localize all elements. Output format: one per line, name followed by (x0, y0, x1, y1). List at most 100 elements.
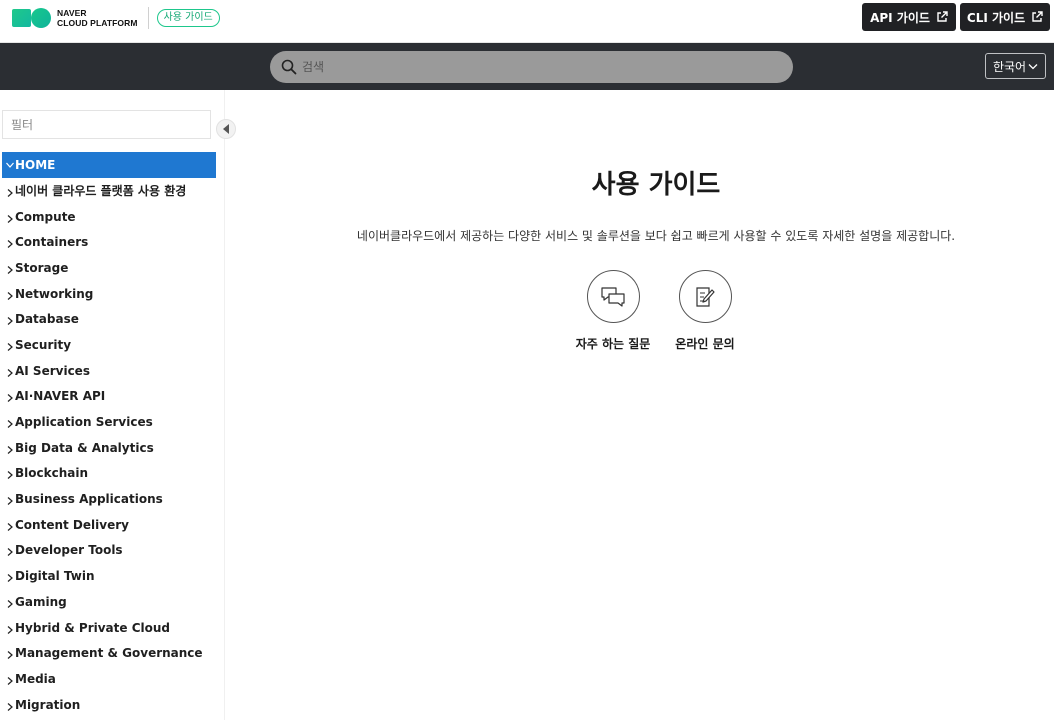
chat-bubbles-icon (601, 286, 625, 307)
sidebar-item-label: Developer Tools (15, 543, 123, 558)
sidebar-item-label: Storage (15, 260, 69, 275)
sidebar: HOME 네이버 클라우드 플랫폼 사용 환경 Compute Containers S… (0, 90, 236, 720)
sidebar-item-label: 네이버 클라우드 플랫폼 사용 환경 (15, 184, 187, 199)
chevron-right-icon (7, 343, 13, 351)
chevron-right-icon (7, 522, 13, 531)
chevron-right-icon (7, 599, 13, 608)
sidebar-item[interactable]: AI Services (2, 358, 216, 384)
chevron-right-icon (7, 702, 13, 711)
sidebar-item-label: Migration (15, 697, 81, 712)
sidebar-nav: HOME 네이버 클라우드 플랫폼 사용 환경 Compute Containers S… (2, 152, 216, 717)
chevron-right-icon (7, 265, 13, 274)
logo-line1: NAVER (57, 8, 87, 18)
sidebar-item-label: Compute (15, 209, 76, 224)
logo-text: NAVER CLOUD PLATFORM (57, 8, 138, 28)
sidebar-item-label: Big Data & Analytics (15, 440, 154, 455)
inquiry-label: 온라인 문의 (675, 337, 735, 351)
sidebar-item[interactable]: Migration (2, 692, 216, 718)
search-box[interactable] (270, 51, 793, 83)
sidebar-item[interactable]: Media (2, 666, 216, 692)
external-link-icon (937, 11, 948, 22)
chevron-right-icon (7, 471, 13, 480)
caret-left-icon (222, 124, 229, 134)
chevron-right-icon (7, 394, 13, 403)
online-inquiry-link[interactable]: 온라인 문의 (665, 270, 745, 352)
cli-guide-label: CLI 가이드 (966, 10, 1026, 25)
guide-badge[interactable]: 사용 가이드 (156, 9, 220, 27)
chevron-right-icon (7, 676, 13, 685)
logo-line2: CLOUD PLATFORM (57, 18, 138, 28)
logo-divider (147, 7, 149, 29)
faq-link[interactable]: 자주 하는 질문 (573, 270, 653, 352)
sidebar-item-label: Database (15, 312, 79, 327)
sidebar-item[interactable]: Containers (2, 229, 216, 255)
cli-guide-button[interactable]: CLI 가이드 (960, 3, 1050, 31)
search-bar-band: 한국어 (0, 43, 1054, 90)
chevron-right-icon (7, 420, 13, 428)
main-content: 사용 가이드 네이버클라우드에서 제공하는 다양한 서비스 및 솔루션을 보다 … (226, 90, 1054, 720)
chevron-right-icon (7, 317, 13, 326)
sidebar-item-label: AI·NAVER API (15, 389, 106, 404)
sidebar-item[interactable]: HOME (2, 152, 216, 178)
sidebar-item-label: Blockchain (15, 466, 89, 481)
chevron-right-icon (7, 574, 13, 583)
sidebar-item[interactable]: AI·NAVER API (2, 384, 216, 410)
chevron-right-icon (7, 214, 13, 223)
logo-mark-icon (12, 7, 52, 29)
page-title: 사용 가이드 (591, 170, 721, 200)
chevron-right-icon (7, 651, 13, 660)
sidebar-item-label: AI Services (15, 363, 90, 378)
collapse-sidebar-button[interactable] (216, 119, 236, 139)
sidebar-item[interactable]: Gaming (2, 589, 216, 615)
sidebar-item[interactable]: Content Delivery (2, 512, 216, 538)
sidebar-item-label: Application Services (15, 415, 153, 430)
faq-label: 자주 하는 질문 (575, 337, 651, 351)
top-header: NAVER CLOUD PLATFORM 사용 가이드 API 가이드 CLI … (0, 0, 1054, 43)
sidebar-item-label: Containers (15, 235, 89, 250)
search-icon (281, 59, 297, 75)
sidebar-item[interactable]: Hybrid & Private Cloud (2, 615, 216, 641)
sidebar-item-label: Content Delivery (15, 517, 129, 532)
sidebar-item[interactable]: Management & Governance (2, 640, 216, 666)
naver-cloud-logo[interactable]: NAVER CLOUD PLATFORM 사용 가이드 (12, 6, 220, 30)
api-guide-button[interactable]: API 가이드 (862, 3, 956, 31)
sidebar-item[interactable]: Blockchain (2, 461, 216, 487)
sidebar-item-label: Gaming (15, 594, 67, 609)
sidebar-item-label: Networking (15, 286, 94, 301)
sidebar-item[interactable]: Application Services (2, 409, 216, 435)
sidebar-item[interactable]: Business Applications (2, 486, 216, 512)
faq-icon-circle (586, 270, 640, 323)
chevron-down-icon (6, 162, 14, 168)
chevron-right-icon (7, 291, 13, 300)
chevron-right-icon (7, 368, 13, 377)
sidebar-item[interactable]: Storage (2, 255, 216, 281)
sidebar-item[interactable]: Digital Twin (2, 563, 216, 589)
sidebar-item-label: Management & Governance (15, 646, 203, 661)
sidebar-item[interactable]: Big Data & Analytics (2, 435, 216, 461)
sidebar-item-label: Media (15, 671, 56, 686)
sidebar-item-label: Business Applications (15, 492, 163, 507)
sidebar-item-label: Digital Twin (15, 569, 95, 584)
sidebar-item[interactable]: Security (2, 332, 216, 358)
sidebar-item[interactable]: Developer Tools (2, 538, 216, 564)
external-link-icon (1032, 11, 1043, 22)
api-guide-label: API 가이드 (870, 10, 930, 25)
filter-input[interactable] (2, 110, 211, 139)
sidebar-item[interactable]: Database (2, 306, 216, 332)
page-description: 네이버클라우드에서 제공하는 다양한 서비스 및 솔루션을 보다 쉽고 빠르게 … (356, 229, 956, 243)
sidebar-item[interactable]: Compute (2, 204, 216, 230)
sidebar-item-label: Hybrid & Private Cloud (15, 620, 170, 635)
sidebar-item-label: HOME (15, 158, 56, 172)
language-selected: 한국어 (992, 59, 1027, 74)
edit-document-icon (696, 286, 715, 307)
chevron-right-icon (7, 497, 13, 506)
language-select[interactable]: 한국어 (985, 53, 1046, 79)
sidebar-item[interactable]: 네이버 클라우드 플랫폼 사용 환경 (2, 178, 216, 204)
chevron-right-icon (7, 188, 13, 197)
chevron-down-icon (1028, 63, 1038, 69)
search-input[interactable] (302, 51, 782, 83)
inquiry-icon-circle (678, 270, 732, 323)
chevron-right-icon (7, 625, 13, 634)
sidebar-item-label: Security (15, 337, 72, 352)
sidebar-item[interactable]: Networking (2, 281, 216, 307)
